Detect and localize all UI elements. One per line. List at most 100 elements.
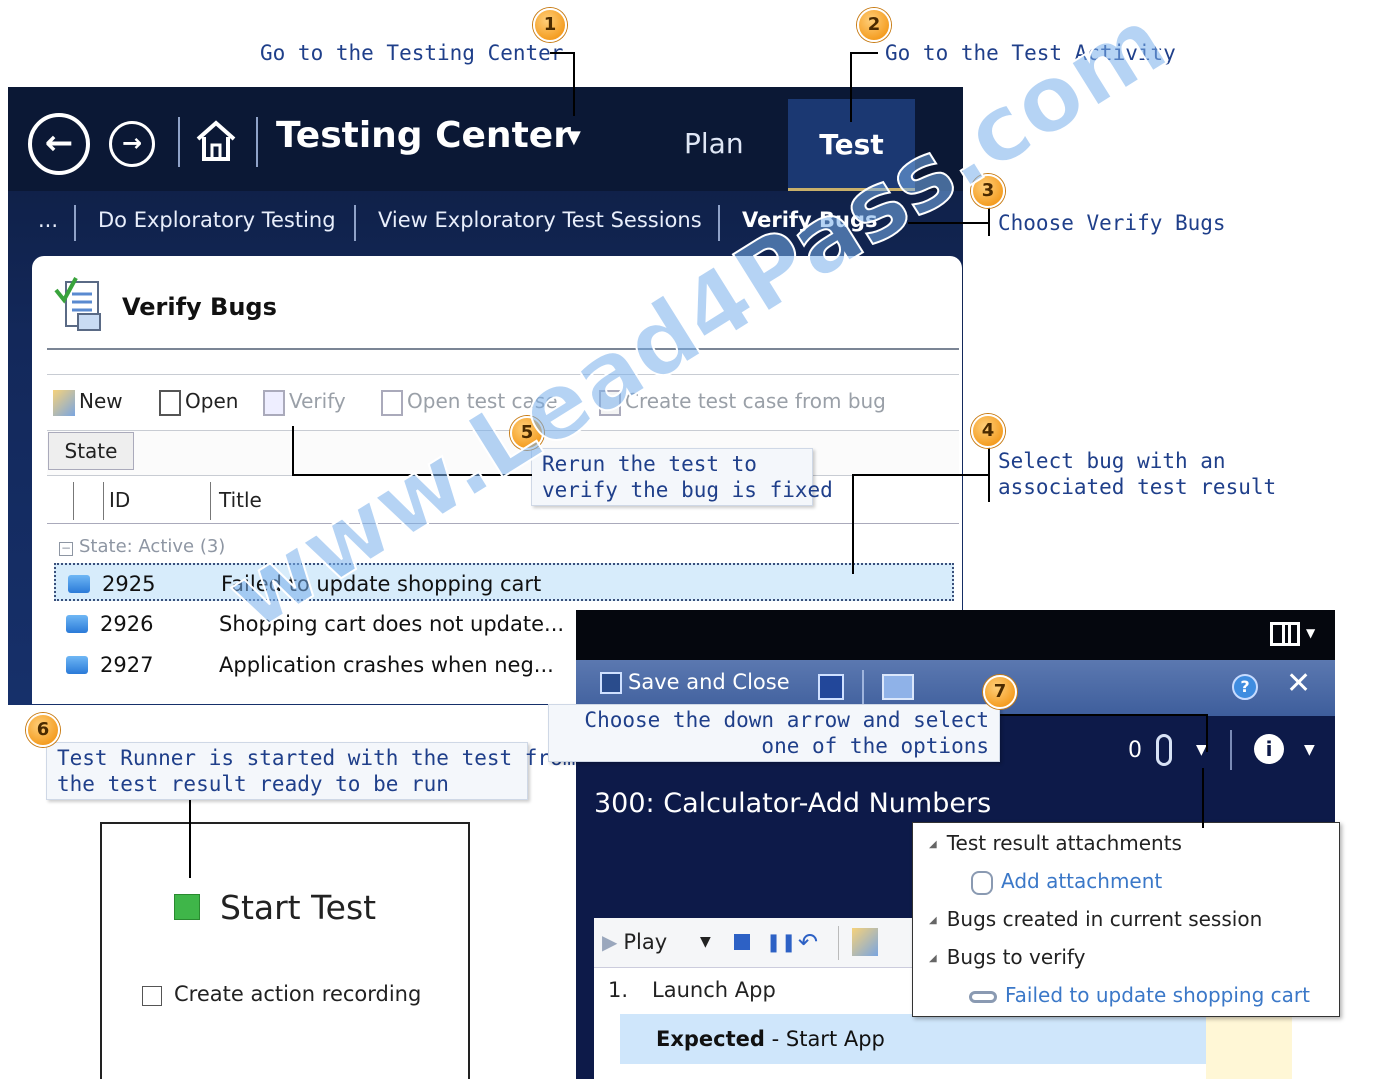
- new-label: New: [79, 389, 123, 413]
- create-action-recording-label: Create action recording: [174, 982, 422, 1006]
- bug-title: Application crashes when neg...: [219, 653, 554, 677]
- tab-plan[interactable]: Plan: [684, 127, 744, 160]
- callout-leader-7: [1202, 768, 1204, 828]
- undo-icon[interactable]: ↶: [798, 928, 818, 956]
- play-label: Play: [623, 930, 668, 954]
- callout-badge-5: 5: [510, 416, 544, 450]
- column-divider: [210, 482, 211, 520]
- subnav-divider: [718, 205, 720, 241]
- stop-icon[interactable]: [734, 934, 750, 950]
- back-icon[interactable]: ←: [28, 113, 90, 175]
- windows-icon[interactable]: [882, 674, 914, 700]
- expected-label: Expected: [656, 1027, 765, 1051]
- column-divider: [73, 482, 74, 520]
- test-step[interactable]: 1. Launch App: [608, 978, 776, 1002]
- attachment-count: 0: [1128, 738, 1142, 763]
- subnav-divider: [74, 205, 76, 241]
- callout-badge-4: 4: [971, 414, 1005, 448]
- subnav-more[interactable]: ...: [38, 208, 58, 232]
- column-header-id[interactable]: ID: [109, 488, 130, 512]
- create-test-case-button[interactable]: Create test case from bug: [599, 389, 886, 416]
- bug-id: 2926: [100, 612, 154, 636]
- callout-leader-6: [189, 800, 191, 878]
- link-icon: [969, 990, 997, 1003]
- callout-badge-2: 2: [857, 8, 891, 42]
- bug-row[interactable]: 2925 Failed to update shopping cart: [54, 563, 954, 601]
- bug-title: Failed to update shopping cart: [221, 572, 542, 596]
- chevron-down-icon[interactable]: ▼: [567, 127, 581, 148]
- chevron-down-icon[interactable]: ▼: [1306, 626, 1315, 640]
- group-by-area: State: [47, 430, 959, 476]
- save-and-close-button[interactable]: Save and Close: [600, 670, 790, 694]
- info-icon[interactable]: i: [1254, 734, 1284, 764]
- verify-label: Verify: [289, 389, 346, 413]
- close-icon[interactable]: ✕: [1286, 666, 1311, 701]
- verify-bugs-icon: [54, 274, 106, 334]
- collapse-icon[interactable]: −: [59, 542, 73, 556]
- save-close-icon: [600, 672, 622, 694]
- verify-bug-link[interactable]: Failed to update shopping cart: [969, 983, 1310, 1007]
- callout-text-6-line2: the test result ready to be run: [57, 772, 449, 796]
- pause-icon[interactable]: ❚❚: [766, 932, 796, 953]
- create-bug-icon[interactable]: [852, 928, 878, 956]
- create-test-case-label: Create test case from bug: [625, 389, 886, 413]
- subnav-exploratory-testing[interactable]: Do Exploratory Testing: [98, 208, 336, 232]
- group-by-state-chip[interactable]: State: [48, 432, 134, 470]
- add-attachment-icon: [971, 870, 993, 895]
- verify-button[interactable]: Verify: [263, 389, 346, 416]
- group-label: State: Active (3): [79, 536, 226, 557]
- dock-layout-icon[interactable]: [1270, 622, 1300, 646]
- create-action-recording-checkbox[interactable]: [142, 986, 162, 1006]
- subnav-exploratory-sessions[interactable]: View Exploratory Test Sessions: [378, 208, 702, 232]
- add-attachment-link[interactable]: Add attachment: [971, 869, 1162, 895]
- forward-icon[interactable]: →: [109, 121, 155, 167]
- new-button[interactable]: New: [53, 389, 123, 416]
- save-icon[interactable]: [818, 674, 844, 700]
- bug-id: 2925: [102, 572, 156, 596]
- subnav-verify-bugs[interactable]: Verify Bugs: [742, 208, 878, 232]
- open-test-case-button[interactable]: Open test case: [381, 389, 558, 416]
- column-divider: [103, 482, 104, 520]
- callout-text-4: Select bug with an associated test resul…: [998, 448, 1276, 500]
- callout-leader-2: [850, 52, 852, 122]
- create-test-case-icon: [599, 389, 621, 416]
- callout-leader-5: [292, 474, 532, 476]
- start-test-icon: [174, 894, 200, 920]
- group-header-state-active[interactable]: − State: Active (3): [59, 536, 225, 557]
- callout-leader-4: [852, 474, 990, 476]
- open-button[interactable]: Open: [159, 389, 238, 416]
- step-result-area: [1206, 1014, 1292, 1079]
- step-number: 1.: [608, 978, 629, 1002]
- callout-text-5: Rerun the test to verify the bug is fixe…: [531, 448, 833, 506]
- callout-text-3: Choose Verify Bugs: [998, 211, 1226, 235]
- start-test-panel: Start Test Create action recording: [100, 822, 470, 1079]
- attachments-dropdown-menu: Test result attachments Add attachment B…: [912, 822, 1340, 1017]
- paperclip-icon[interactable]: [1156, 734, 1172, 766]
- callout-leader-3: [988, 206, 990, 236]
- column-header-title[interactable]: Title: [219, 488, 262, 512]
- play-dropdown-arrow[interactable]: ▼: [700, 934, 711, 950]
- play-button[interactable]: ▶ Play: [602, 930, 667, 954]
- callout-leader-1: [550, 52, 574, 54]
- bug-icon: [66, 656, 88, 674]
- test-case-title: 300: Calculator-Add Numbers: [594, 788, 992, 819]
- menu-section-attachments: Test result attachments: [929, 831, 1182, 855]
- callout-text-7-line2: one of the options: [761, 734, 989, 758]
- callout-text-5-line1: Rerun the test to: [542, 452, 757, 476]
- header-divider: [256, 117, 258, 167]
- home-icon[interactable]: [194, 117, 238, 165]
- help-icon[interactable]: ?: [1232, 674, 1258, 700]
- bug-icon: [66, 615, 88, 633]
- callout-text-4-line2: associated test result: [998, 475, 1277, 499]
- open-test-case-label: Open test case: [407, 389, 558, 413]
- start-test-button[interactable]: Start Test: [220, 888, 376, 927]
- callout-leader-5: [292, 426, 294, 476]
- header-divider: [178, 117, 180, 167]
- play-icon: ▶: [602, 930, 618, 954]
- new-item-icon: [53, 389, 75, 416]
- callout-badge-7: 7: [983, 675, 1017, 709]
- callout-badge-1: 1: [533, 8, 567, 42]
- callout-leader-2: [850, 52, 878, 54]
- callout-leader-4: [852, 474, 854, 574]
- chevron-down-icon[interactable]: ▼: [1304, 742, 1315, 758]
